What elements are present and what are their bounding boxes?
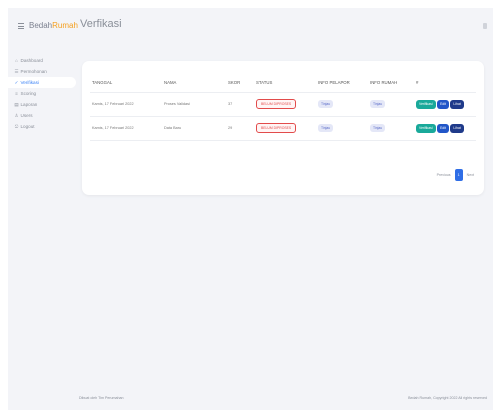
pagination-next[interactable]: Next <box>465 173 476 177</box>
brand-name-part1: Bedah <box>29 21 53 30</box>
edit-button[interactable]: Edit <box>437 123 449 133</box>
cell-nama: Data Baru <box>162 116 226 141</box>
cell-actions: Verifikasi Edit Lihat <box>414 92 476 117</box>
column-header-status: STATUS <box>254 74 316 93</box>
status-badge: BELUM DIPROSES <box>256 99 297 109</box>
cell-status: BELUM DIPROSES <box>254 116 316 141</box>
list-icon: ≡ <box>15 91 18 96</box>
footer-credit: Dibuat oleh Tim Perumahan <box>79 396 124 400</box>
table-row: Kamis, 17 Februari 2022 Proses Validasi … <box>90 92 476 117</box>
view-reporter-button[interactable]: Tinjau <box>318 100 334 108</box>
view-house-button[interactable]: Tinjau <box>370 100 386 108</box>
sidebar-item-label: Laporan <box>20 102 38 107</box>
sidebar-item-users[interactable]: ♙ Users <box>8 110 76 121</box>
sidebar-item-verifikasi[interactable]: ✓ Verifikasi <box>8 77 76 88</box>
cell-info-rumah: Tinjau <box>368 116 414 141</box>
cell-status: BELUM DIPROSES <box>254 92 316 117</box>
column-header-nama: NAMA <box>162 74 226 93</box>
users-icon: ♙ <box>14 112 19 118</box>
pagination-previous[interactable]: Previous <box>435 173 453 177</box>
verification-table: TANGGAL NAMA SKOR STATUS INFO PELAPOR IN… <box>90 74 476 141</box>
column-header-info-rumah: INFO RUMAH <box>368 74 414 93</box>
sidebar-item-permohonan[interactable]: ☰ Permohonan <box>8 66 76 77</box>
column-header-tanggal: TANGGAL <box>90 74 162 93</box>
sidebar-item-label: Permohonan <box>20 69 47 74</box>
cell-nama: Proses Validasi <box>162 92 226 117</box>
column-header-skor: SKOR <box>226 74 254 93</box>
topbar: BedahRumah Verfikasi <box>8 8 493 46</box>
sidebar-item-label: Verifikasi <box>20 80 39 85</box>
check-icon: ✓ <box>14 79 19 85</box>
verify-button[interactable]: Verifikasi <box>416 123 436 133</box>
footer-copyright: Bedah Rumah, Copyright 2022 All rights r… <box>408 396 487 400</box>
view-house-button[interactable]: Tinjau <box>370 124 386 132</box>
page-title: Verfikasi <box>80 18 122 30</box>
view-reporter-button[interactable]: Tinjau <box>318 124 334 132</box>
detail-button[interactable]: Lihat <box>450 123 464 133</box>
detail-button[interactable]: Lihat <box>450 99 464 109</box>
sidebar: ⌂ Dashboard ☰ Permohonan ✓ Verifikasi ≡ … <box>8 55 76 132</box>
menu-icon[interactable] <box>18 23 24 29</box>
app-window: BedahRumah Verfikasi ⌂ Dashboard ☰ Permo… <box>8 8 493 410</box>
status-badge: BELUM DIPROSES <box>256 123 297 133</box>
cell-skor: 29 <box>226 116 254 141</box>
verify-button[interactable]: Verifikasi <box>416 99 436 109</box>
cell-info-pelapor: Tinjau <box>316 92 368 117</box>
user-icon[interactable] <box>483 23 487 29</box>
brand-name-part2: Rumah <box>52 21 78 30</box>
pagination: Previous 1 Next <box>435 169 476 181</box>
verification-card: TANGGAL NAMA SKOR STATUS INFO PELAPOR IN… <box>82 61 484 195</box>
column-header-info-pelapor: INFO PELAPOR <box>316 74 368 93</box>
sidebar-item-label: Users <box>20 113 33 118</box>
table-header-row: TANGGAL NAMA SKOR STATUS INFO PELAPOR IN… <box>90 74 476 93</box>
document-icon: ☰ <box>14 68 19 74</box>
sidebar-item-laporan[interactable]: ▤ Laporan <box>8 99 76 110</box>
column-header-actions: # <box>414 74 476 93</box>
edit-button[interactable]: Edit <box>437 99 449 109</box>
sidebar-item-label: Scoring <box>20 91 37 96</box>
cell-tanggal: Kamis, 17 Februari 2022 <box>90 116 162 141</box>
cell-actions: Verifikasi Edit Lihat <box>414 116 476 141</box>
home-icon: ⌂ <box>15 58 18 63</box>
pagination-page-current[interactable]: 1 <box>454 169 463 181</box>
cell-tanggal: Kamis, 17 Februari 2022 <box>90 92 162 117</box>
table-row: Kamis, 17 Februari 2022 Data Baru 29 BEL… <box>90 116 476 141</box>
cell-info-rumah: Tinjau <box>368 92 414 117</box>
sidebar-item-scoring[interactable]: ≡ Scoring <box>8 88 76 99</box>
sidebar-item-logout[interactable]: ⎋ Logout <box>8 121 76 132</box>
cell-info-pelapor: Tinjau <box>316 116 368 141</box>
cell-skor: 37 <box>226 92 254 117</box>
sidebar-item-label: Dashboard <box>20 58 43 63</box>
logout-icon: ⎋ <box>14 124 19 129</box>
report-icon: ▤ <box>14 101 19 107</box>
sidebar-item-label: Logout <box>20 124 35 129</box>
brand-logo[interactable]: BedahRumah <box>29 21 78 30</box>
sidebar-item-dashboard[interactable]: ⌂ Dashboard <box>8 55 76 66</box>
